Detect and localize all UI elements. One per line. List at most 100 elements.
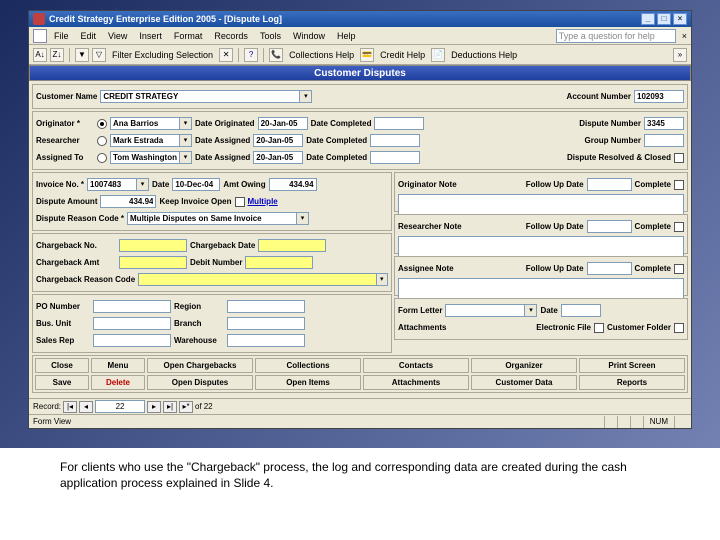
debit-number-field[interactable] xyxy=(245,256,313,269)
nav-prev-button[interactable]: ◂ xyxy=(79,401,93,413)
bus-unit-field[interactable] xyxy=(93,317,171,330)
date-assigned-field-1[interactable] xyxy=(253,134,303,147)
region-field[interactable] xyxy=(227,300,305,313)
dispute-amount-field[interactable] xyxy=(100,195,156,208)
researcher-complete-checkbox[interactable] xyxy=(674,222,684,232)
form-letter-field[interactable] xyxy=(445,304,525,317)
customer-name-dropdown[interactable]: ▾ xyxy=(300,90,312,103)
maximize-button[interactable]: □ xyxy=(657,13,671,25)
sales-rep-field[interactable] xyxy=(93,334,171,347)
menu-window[interactable]: Window xyxy=(288,29,330,43)
form-icon[interactable] xyxy=(33,29,47,43)
researcher-dropdown[interactable]: ▾ xyxy=(180,134,192,147)
remove-filter-icon[interactable]: ✕ xyxy=(219,48,233,62)
invoice-no-field[interactable] xyxy=(87,178,137,191)
invoice-date-field[interactable] xyxy=(172,178,220,191)
close-button[interactable]: Close xyxy=(35,358,89,373)
nav-next-button[interactable]: ▸ xyxy=(147,401,161,413)
open-disputes-button[interactable]: Open Disputes xyxy=(147,375,253,390)
chargeback-amt-field[interactable] xyxy=(119,256,187,269)
chargeback-reason-dropdown[interactable]: ▾ xyxy=(377,273,388,286)
open-chargebacks-button[interactable]: Open Chargebacks xyxy=(147,358,253,373)
customer-name-field[interactable] xyxy=(100,90,300,103)
reports-button[interactable]: Reports xyxy=(579,375,685,390)
chargeback-reason-field[interactable] xyxy=(138,273,376,286)
customer-folder-checkbox[interactable] xyxy=(674,323,684,333)
menu-edit[interactable]: Edit xyxy=(76,29,102,43)
group-number-field[interactable] xyxy=(644,134,684,147)
researcher-followup-field[interactable] xyxy=(587,220,632,233)
filter-selection-icon[interactable]: ▼ xyxy=(75,48,89,62)
assignee-followup-field[interactable] xyxy=(587,262,632,275)
menu-view[interactable]: View xyxy=(103,29,132,43)
dispute-reason-dropdown[interactable]: ▾ xyxy=(297,212,309,225)
keep-invoice-open-checkbox[interactable] xyxy=(235,197,245,207)
attachments-button[interactable]: Attachments xyxy=(363,375,469,390)
date-originated-field[interactable] xyxy=(258,117,308,130)
help-search-input[interactable] xyxy=(556,29,676,43)
letter-date-field[interactable] xyxy=(561,304,601,317)
collections-help-label[interactable]: Collections Help xyxy=(286,50,357,60)
originator-complete-checkbox[interactable] xyxy=(674,180,684,190)
organizer-button[interactable]: Organizer xyxy=(471,358,577,373)
originator-followup-field[interactable] xyxy=(587,178,632,191)
dispute-resolved-checkbox[interactable] xyxy=(674,153,684,163)
print-screen-button[interactable]: Print Screen xyxy=(579,358,685,373)
originator-radio[interactable] xyxy=(97,119,107,129)
menu-file[interactable]: File xyxy=(49,29,74,43)
menu-insert[interactable]: Insert xyxy=(134,29,167,43)
filter-exclude-label[interactable]: Filter Excluding Selection xyxy=(109,50,216,60)
warehouse-field[interactable] xyxy=(227,334,305,347)
customer-data-button[interactable]: Customer Data xyxy=(471,375,577,390)
menu-tools[interactable]: Tools xyxy=(255,29,286,43)
collections-help-icon[interactable]: 📞 xyxy=(269,48,283,62)
assigned-to-dropdown[interactable]: ▾ xyxy=(180,151,192,164)
deductions-help-label[interactable]: Deductions Help xyxy=(448,50,520,60)
date-completed-field-3[interactable] xyxy=(370,151,420,164)
menu-button[interactable]: Menu xyxy=(91,358,145,373)
assignee-complete-checkbox[interactable] xyxy=(674,264,684,274)
nav-first-button[interactable]: |◂ xyxy=(63,401,77,413)
credit-help-icon[interactable]: 💳 xyxy=(360,48,374,62)
date-completed-field-2[interactable] xyxy=(370,134,420,147)
save-button[interactable]: Save xyxy=(35,375,89,390)
collections-button[interactable]: Collections xyxy=(255,358,361,373)
electronic-file-checkbox[interactable] xyxy=(594,323,604,333)
date-assigned-field-2[interactable] xyxy=(253,151,303,164)
amt-owing-field[interactable] xyxy=(269,178,317,191)
assigned-to-radio[interactable] xyxy=(97,153,107,163)
deductions-help-icon[interactable]: 📄 xyxy=(431,48,445,62)
po-number-field[interactable] xyxy=(93,300,171,313)
dispute-number-field[interactable] xyxy=(644,117,684,130)
date-completed-field-1[interactable] xyxy=(374,117,424,130)
contacts-button[interactable]: Contacts xyxy=(363,358,469,373)
assigned-to-field[interactable] xyxy=(110,151,180,164)
open-items-button[interactable]: Open Items xyxy=(255,375,361,390)
sort-desc-icon[interactable]: Z↓ xyxy=(50,48,64,62)
toolbar-overflow-icon[interactable]: » xyxy=(673,48,687,62)
help-icon[interactable]: ? xyxy=(244,48,258,62)
filter-form-icon[interactable]: ▽ xyxy=(92,48,106,62)
menu-help[interactable]: Help xyxy=(332,29,361,43)
researcher-radio[interactable] xyxy=(97,136,107,146)
form-letter-dropdown[interactable]: ▾ xyxy=(525,304,537,317)
researcher-field[interactable] xyxy=(110,134,180,147)
delete-button[interactable]: Delete xyxy=(91,375,145,390)
mdi-close-button[interactable]: × xyxy=(682,31,687,41)
sort-asc-icon[interactable]: A↓ xyxy=(33,48,47,62)
invoice-no-dropdown[interactable]: ▾ xyxy=(137,178,149,191)
nav-last-button[interactable]: ▸| xyxy=(163,401,177,413)
record-current-field[interactable] xyxy=(95,400,145,413)
multiple-link[interactable]: Multiple xyxy=(248,197,278,206)
originator-field[interactable] xyxy=(110,117,180,130)
minimize-button[interactable]: _ xyxy=(641,13,655,25)
account-number-field[interactable] xyxy=(634,90,684,103)
menu-records[interactable]: Records xyxy=(209,29,253,43)
nav-new-button[interactable]: ▸* xyxy=(179,401,193,413)
menu-format[interactable]: Format xyxy=(169,29,208,43)
close-window-button[interactable]: × xyxy=(673,13,687,25)
chargeback-date-field[interactable] xyxy=(258,239,326,252)
credit-help-label[interactable]: Credit Help xyxy=(377,50,428,60)
branch-field[interactable] xyxy=(227,317,305,330)
originator-dropdown[interactable]: ▾ xyxy=(180,117,192,130)
